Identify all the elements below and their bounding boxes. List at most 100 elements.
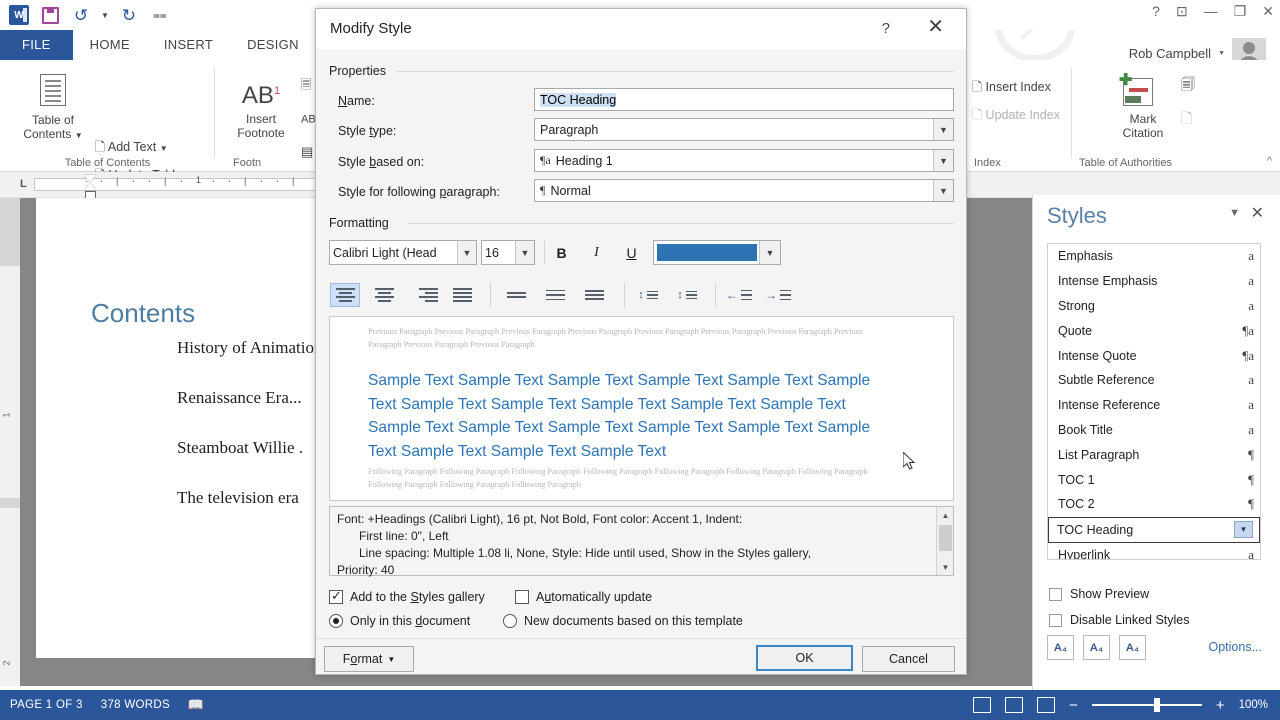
- ribbon-display-options-icon[interactable]: ⊡: [1176, 4, 1188, 18]
- first-line-indent-marker[interactable]: [84, 175, 96, 182]
- checkbox-icon[interactable]: [515, 590, 529, 604]
- print-layout-icon[interactable]: [1005, 697, 1024, 713]
- hanging-indent-marker[interactable]: [84, 183, 96, 190]
- collapse-ribbon-icon[interactable]: ^: [1267, 155, 1272, 167]
- zoom-out-button[interactable]: −: [1069, 697, 1078, 714]
- style-item-strong[interactable]: Strong a: [1048, 294, 1260, 319]
- radio-icon[interactable]: [329, 614, 343, 628]
- decrease-spacing-before-icon[interactable]: ↕: [633, 283, 663, 307]
- tab-design[interactable]: DESIGN: [230, 30, 316, 60]
- insert-footnote-button[interactable]: AB1 Insert Footnote: [223, 78, 299, 141]
- style-item-book-title[interactable]: Book Title a: [1048, 418, 1260, 443]
- align-justify-icon[interactable]: [447, 283, 477, 307]
- tab-stop-indicator[interactable]: L: [20, 178, 27, 190]
- ok-button[interactable]: OK: [756, 645, 853, 671]
- insert-index-button[interactable]: 🗋 Insert Index: [972, 78, 1051, 99]
- disable-linked-styles-checkbox[interactable]: Disable Linked Styles: [1049, 613, 1190, 627]
- style-item-toc-1[interactable]: TOC 1 ¶: [1048, 467, 1260, 492]
- style-item-hyperlink[interactable]: Hyperlink a: [1048, 543, 1260, 559]
- italic-button[interactable]: I: [584, 240, 609, 265]
- chevron-down-icon[interactable]: ▼: [759, 241, 780, 264]
- read-mode-icon[interactable]: [973, 697, 992, 713]
- checkbox-icon[interactable]: [1049, 587, 1062, 601]
- style-following-select[interactable]: ¶ Normal ▼: [534, 179, 954, 202]
- line-spacing-double-icon[interactable]: [579, 283, 609, 307]
- toc-entry-4[interactable]: The television era: [177, 488, 299, 508]
- add-to-styles-gallery-checkbox[interactable]: Add to the Styles gallery: [329, 588, 485, 604]
- web-layout-icon[interactable]: [1037, 697, 1056, 713]
- checkbox-icon[interactable]: [1049, 613, 1062, 627]
- increase-indent-icon[interactable]: →: [763, 283, 793, 307]
- page-indicator[interactable]: PAGE 1 OF 3: [10, 699, 83, 711]
- styles-options-link[interactable]: Options...: [1209, 640, 1263, 654]
- zoom-in-button[interactable]: +: [1216, 697, 1225, 714]
- tab-file[interactable]: FILE: [0, 30, 73, 60]
- undo-icon[interactable]: ↺: [70, 4, 92, 26]
- table-of-contents-button[interactable]: Table of Contents ▼: [14, 74, 92, 143]
- save-icon[interactable]: [39, 4, 61, 26]
- scroll-up-icon[interactable]: ▲: [937, 507, 954, 523]
- chevron-down-icon[interactable]: ▼: [75, 131, 83, 140]
- scrollbar-thumb[interactable]: [939, 525, 952, 551]
- decrease-indent-icon[interactable]: ←: [724, 283, 754, 307]
- style-item-quote[interactable]: Quote ¶a: [1048, 318, 1260, 343]
- zoom-slider[interactable]: [1091, 698, 1202, 712]
- style-description-box[interactable]: Font: +Headings (Calibri Light), 16 pt, …: [329, 506, 954, 577]
- font-name-select[interactable]: Calibri Light (Head ▼: [329, 240, 477, 265]
- vertical-ruler[interactable]: 1 2: [0, 198, 20, 686]
- style-item-emphasis[interactable]: Emphasis a: [1048, 244, 1260, 269]
- manage-styles-icon[interactable]: A₄: [1119, 635, 1146, 660]
- add-text-button[interactable]: 🗋 Add Text ▼: [95, 138, 168, 159]
- toc-entry-1[interactable]: History of Animation: [177, 338, 322, 358]
- font-color-select[interactable]: ▼: [653, 240, 781, 265]
- style-item-subtle-reference[interactable]: Subtle Reference a: [1048, 368, 1260, 393]
- chevron-down-icon[interactable]: ▼: [457, 241, 476, 264]
- format-button[interactable]: Format ▼: [324, 646, 414, 672]
- chevron-down-icon[interactable]: ▼: [160, 144, 168, 153]
- style-item-list-paragraph[interactable]: List Paragraph ¶: [1048, 442, 1260, 467]
- zoom-level-label[interactable]: 100%: [1239, 699, 1268, 711]
- proofing-errors-icon[interactable]: 📖: [188, 697, 205, 713]
- style-item-toc-heading[interactable]: TOC Heading ▼: [1048, 516, 1260, 543]
- new-documents-template-radio[interactable]: New documents based on this template: [503, 614, 743, 628]
- align-right-icon[interactable]: [408, 283, 438, 307]
- insert-table-of-authorities-icon[interactable]: 🗐: [1181, 74, 1195, 98]
- increase-spacing-after-icon[interactable]: ↕: [672, 283, 702, 307]
- style-item-intense-quote[interactable]: Intense Quote ¶a: [1048, 343, 1260, 368]
- chevron-down-icon[interactable]: ▼: [933, 180, 953, 201]
- chevron-down-icon[interactable]: ▼: [387, 655, 395, 664]
- document-page[interactable]: Contents History of Animation Renaissanc…: [36, 198, 322, 658]
- insert-endnote-icon[interactable]: 🗏: [301, 76, 311, 98]
- style-based-on-select[interactable]: ¶a Heading 1 ▼: [534, 149, 954, 172]
- tab-insert[interactable]: INSERT: [147, 30, 230, 60]
- new-style-icon[interactable]: A₄: [1047, 635, 1074, 660]
- style-item-intense-reference[interactable]: Intense Reference a: [1048, 393, 1260, 418]
- scroll-down-icon[interactable]: ▼: [937, 559, 954, 575]
- minimize-icon[interactable]: —: [1204, 4, 1218, 18]
- automatically-update-checkbox[interactable]: Automatically update: [515, 590, 652, 604]
- chevron-down-icon[interactable]: ▼: [933, 119, 953, 140]
- redo-icon[interactable]: ↻: [118, 4, 140, 26]
- undo-dropdown-icon[interactable]: ▼: [101, 11, 109, 20]
- tab-home[interactable]: HOME: [73, 30, 147, 60]
- chevron-down-icon[interactable]: ▼: [933, 150, 953, 171]
- close-icon[interactable]: ✕: [1262, 4, 1274, 18]
- close-icon[interactable]: ✕: [927, 17, 944, 37]
- mark-citation-button[interactable]: ✚ Mark Citation: [1105, 72, 1181, 141]
- underline-button[interactable]: U: [619, 240, 644, 265]
- help-icon[interactable]: ?: [1152, 4, 1160, 18]
- style-inspector-icon[interactable]: A₄: [1083, 635, 1110, 660]
- chevron-down-icon[interactable]: ▼: [1218, 50, 1225, 57]
- customize-qat-icon[interactable]: ⩵: [149, 4, 171, 26]
- align-left-icon[interactable]: [330, 283, 360, 307]
- style-type-select[interactable]: Paragraph ▼: [534, 118, 954, 141]
- description-scrollbar[interactable]: ▲ ▼: [936, 507, 953, 575]
- align-center-icon[interactable]: [369, 283, 399, 307]
- restore-icon[interactable]: ❐: [1234, 4, 1247, 18]
- show-preview-checkbox[interactable]: Show Preview: [1049, 587, 1149, 601]
- toc-entry-2[interactable]: Renaissance Era...: [177, 388, 302, 408]
- font-size-select[interactable]: 16 ▼: [481, 240, 535, 265]
- style-item-intense-emphasis[interactable]: Intense Emphasis a: [1048, 269, 1260, 294]
- bold-button[interactable]: B: [549, 240, 574, 265]
- line-spacing-1-5-icon[interactable]: [540, 283, 570, 307]
